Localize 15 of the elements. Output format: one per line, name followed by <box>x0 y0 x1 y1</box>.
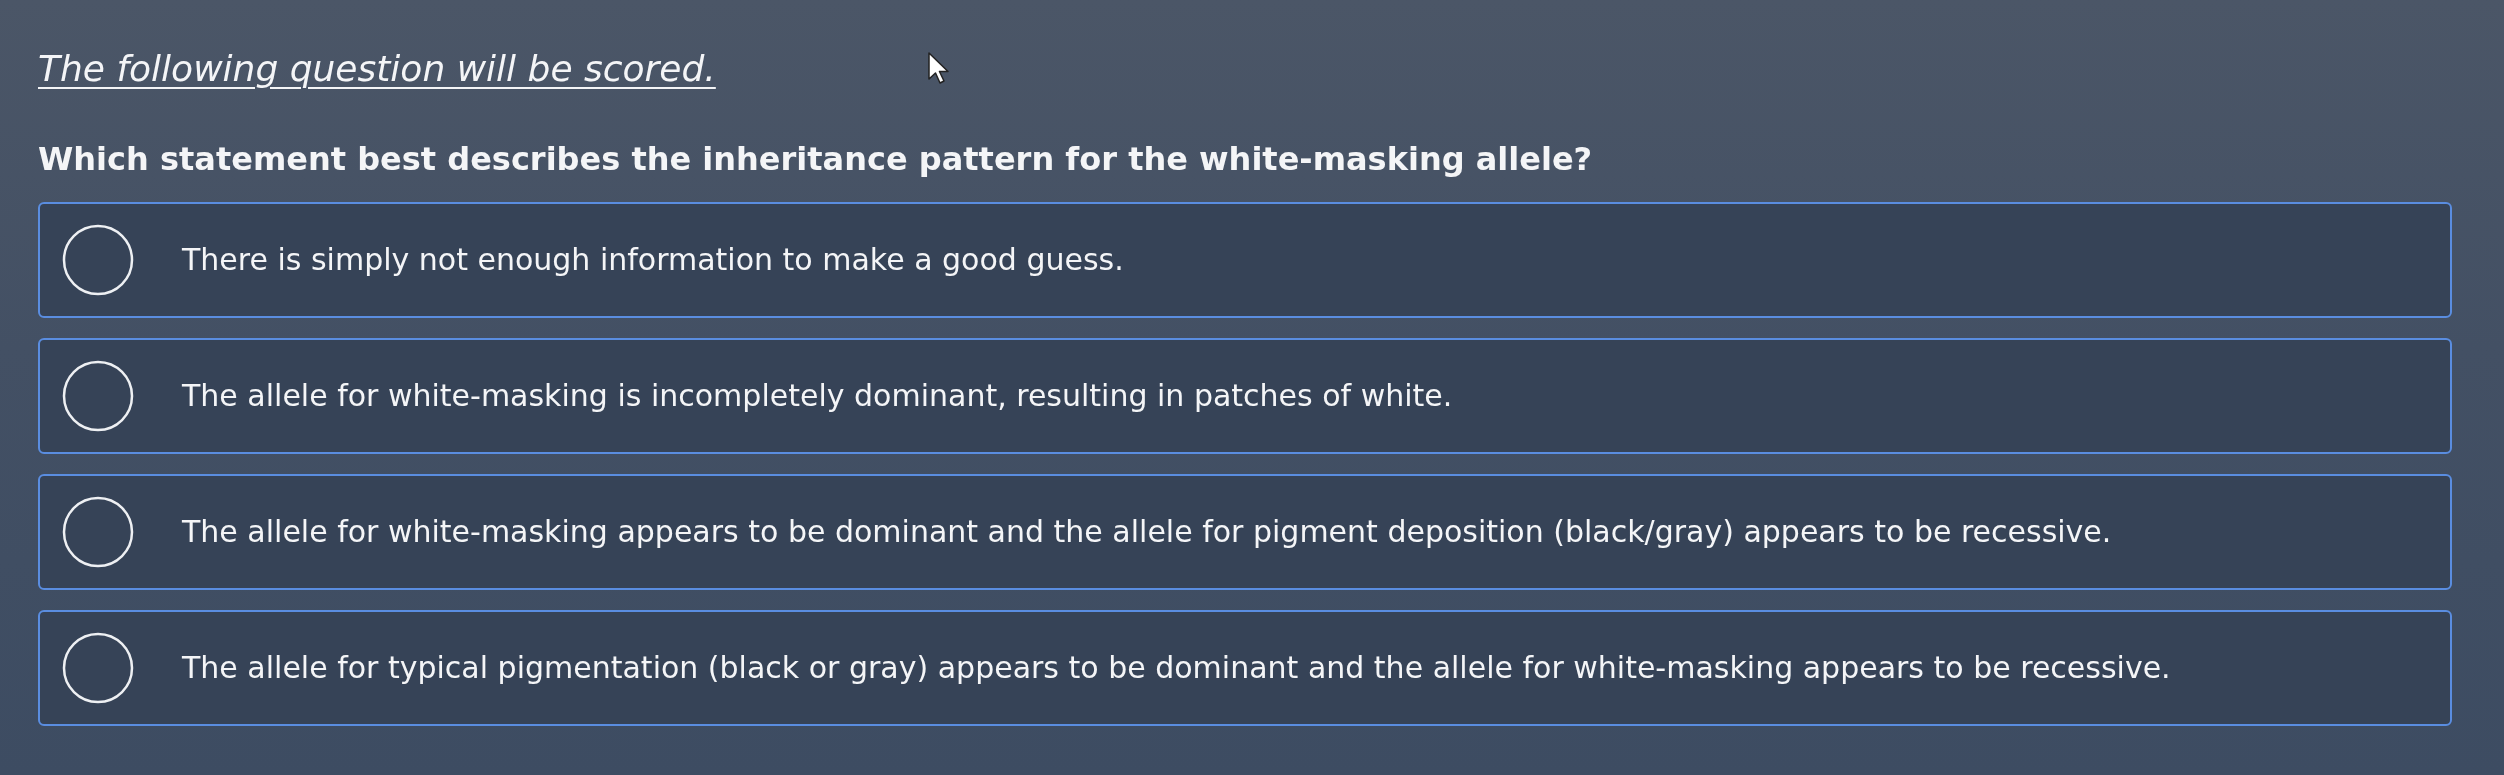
radio-icon[interactable] <box>62 632 134 704</box>
option-text: The allele for white-masking is incompletely dominant, resulting in patches of white. <box>182 377 1453 415</box>
answer-option[interactable]: The allele for white-masking is incompletely dominant, resulting in patches of white. <box>38 338 2452 454</box>
option-text: The allele for white-masking appears to be dominant and the allele for pigment deposition (black/gray) appears to be recessive. <box>182 513 2112 551</box>
cursor-icon <box>928 52 952 84</box>
answer-option[interactable]: The allele for typical pigmentation (black or gray) appears to be dominant and the allele for white-masking appears to be recessive. <box>38 610 2452 726</box>
radio-icon[interactable] <box>62 360 134 432</box>
answer-option[interactable]: There is simply not enough information to make a good guess. <box>38 202 2452 318</box>
option-text: There is simply not enough information to make a good guess. <box>182 241 1124 279</box>
radio-icon[interactable] <box>62 224 134 296</box>
answer-option[interactable]: The allele for white-masking appears to be dominant and the allele for pigment deposition (black/gray) appears to be recessive. <box>38 474 2452 590</box>
radio-icon[interactable] <box>62 496 134 568</box>
notice-text: The following question will be scored. <box>38 47 716 91</box>
option-text: The allele for typical pigmentation (black or gray) appears to be dominant and the allele for white-masking appears to be recessive. <box>182 649 2171 687</box>
question-text: Which statement best describes the inheritance pattern for the white-masking allele? <box>38 139 1594 180</box>
